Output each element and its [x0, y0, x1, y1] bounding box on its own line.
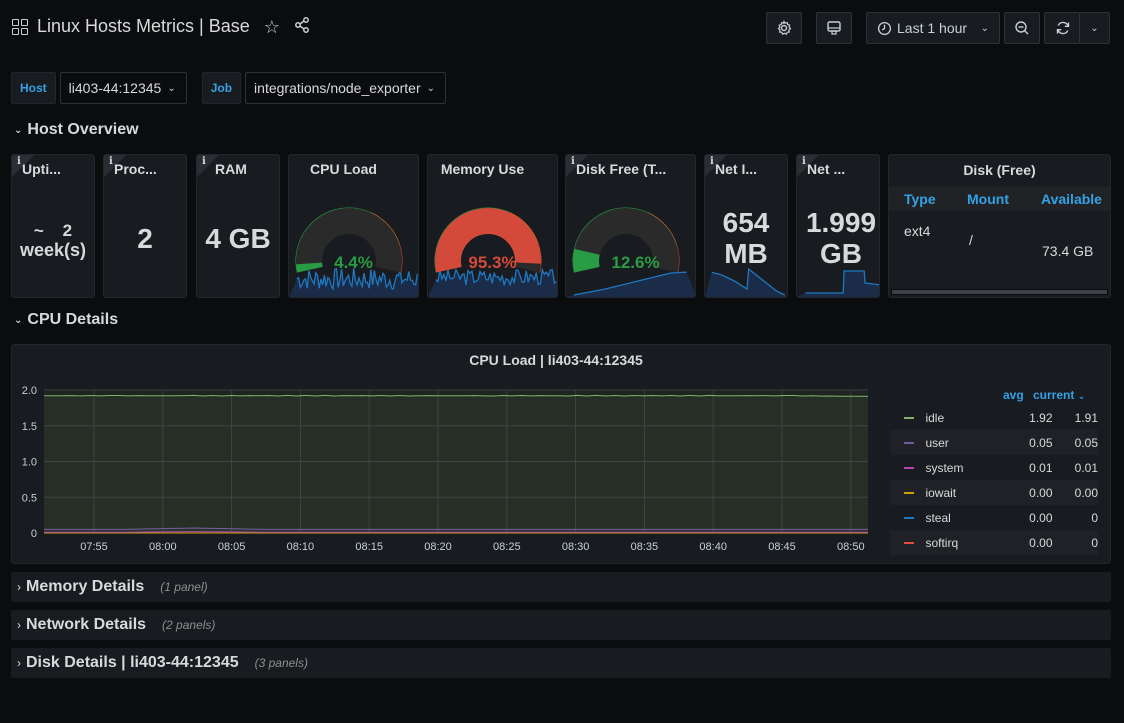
legend-item-steal[interactable]: steal 0.00 0: [890, 505, 1098, 530]
legend-current-value: 1.91: [1074, 410, 1099, 425]
series-color-swatch: [904, 516, 915, 519]
legend-header-current[interactable]: current ⌄: [1033, 388, 1085, 402]
row-title: Network Details: [26, 616, 147, 633]
row-panel-count: (1 panel): [160, 580, 208, 594]
x-tick-label: 08:40: [699, 541, 727, 553]
series-color-swatch: [904, 541, 915, 544]
row-disk-details[interactable]: › Disk Details | li403-44:12345 (3 panel…: [11, 648, 1111, 678]
legend-series-name: softirq: [925, 535, 959, 550]
series-color-swatch: [904, 441, 915, 444]
row-panel-count: (3 panels): [254, 656, 308, 670]
x-tick-label: 08:50: [837, 541, 865, 553]
x-tick-label: 08:15: [355, 541, 383, 553]
y-tick-label: 0: [31, 528, 37, 540]
x-tick-label: 08:05: [218, 541, 246, 553]
series-color-swatch: [904, 491, 915, 494]
legend-item-iowait[interactable]: iowait 0.00 0.00: [890, 480, 1098, 505]
x-tick-label: 08:25: [493, 541, 521, 553]
legend-series-name: user: [925, 435, 949, 450]
series-area-idle: [44, 395, 868, 533]
legend-series-name: idle: [925, 410, 945, 425]
legend-avg-value: 0.05: [1029, 435, 1053, 450]
legend-series-name: steal: [925, 510, 951, 525]
row-title: Disk Details | li403-44:12345: [26, 654, 239, 671]
x-tick-label: 08:35: [631, 541, 659, 553]
row-title: Memory Details: [26, 578, 145, 595]
legend-item-system[interactable]: system 0.01 0.01: [890, 455, 1098, 480]
series-color-swatch: [904, 466, 915, 469]
chevron-right-icon: ›: [17, 656, 21, 670]
legend-avg-value: 0.01: [1029, 460, 1053, 475]
legend-avg-value: 0.00: [1029, 535, 1053, 550]
legend-avg-value: 0.00: [1029, 485, 1053, 500]
legend-series-name: system: [925, 460, 964, 475]
row-panel-count: (2 panels): [162, 618, 216, 632]
legend-item-user[interactable]: user 0.05 0.05: [890, 430, 1098, 455]
chevron-down-icon: ⌄: [1077, 391, 1086, 401]
x-tick-label: 08:00: [149, 541, 177, 553]
x-tick-label: 08:20: [424, 541, 452, 553]
legend-series-name: iowait: [925, 485, 957, 500]
legend-current-value: 0.00: [1074, 485, 1099, 500]
legend-current-value: 0: [1091, 510, 1099, 525]
chevron-right-icon: ›: [17, 618, 21, 632]
series-color-swatch: [904, 416, 915, 419]
chevron-right-icon: ›: [17, 580, 21, 594]
x-tick-label: 07:55: [80, 541, 108, 553]
legend-current-value: 0: [1091, 535, 1099, 550]
legend-current-value: 0.05: [1074, 435, 1099, 450]
row-memory-details[interactable]: › Memory Details (1 panel): [11, 572, 1111, 602]
legend-current-value: 0.01: [1074, 460, 1099, 475]
legend-item-idle[interactable]: idle 1.92 1.91: [890, 405, 1098, 430]
y-tick-label: 0.5: [22, 492, 37, 504]
legend-avg-value: 0.00: [1029, 510, 1053, 525]
x-tick-label: 08:45: [768, 541, 796, 553]
legend-item-softirq[interactable]: softirq 0.00 0: [890, 530, 1098, 555]
y-tick-label: 2.0: [22, 385, 37, 397]
x-tick-label: 08:30: [562, 541, 590, 553]
row-network-details[interactable]: › Network Details (2 panels): [11, 610, 1111, 640]
y-tick-label: 1.0: [22, 457, 37, 469]
legend-header-current-label: current: [1033, 388, 1075, 402]
x-tick-label: 08:10: [287, 541, 315, 553]
legend-header-avg[interactable]: avg: [1003, 388, 1024, 402]
legend-avg-value: 1.92: [1029, 410, 1053, 425]
y-tick-label: 1.5: [22, 421, 37, 433]
